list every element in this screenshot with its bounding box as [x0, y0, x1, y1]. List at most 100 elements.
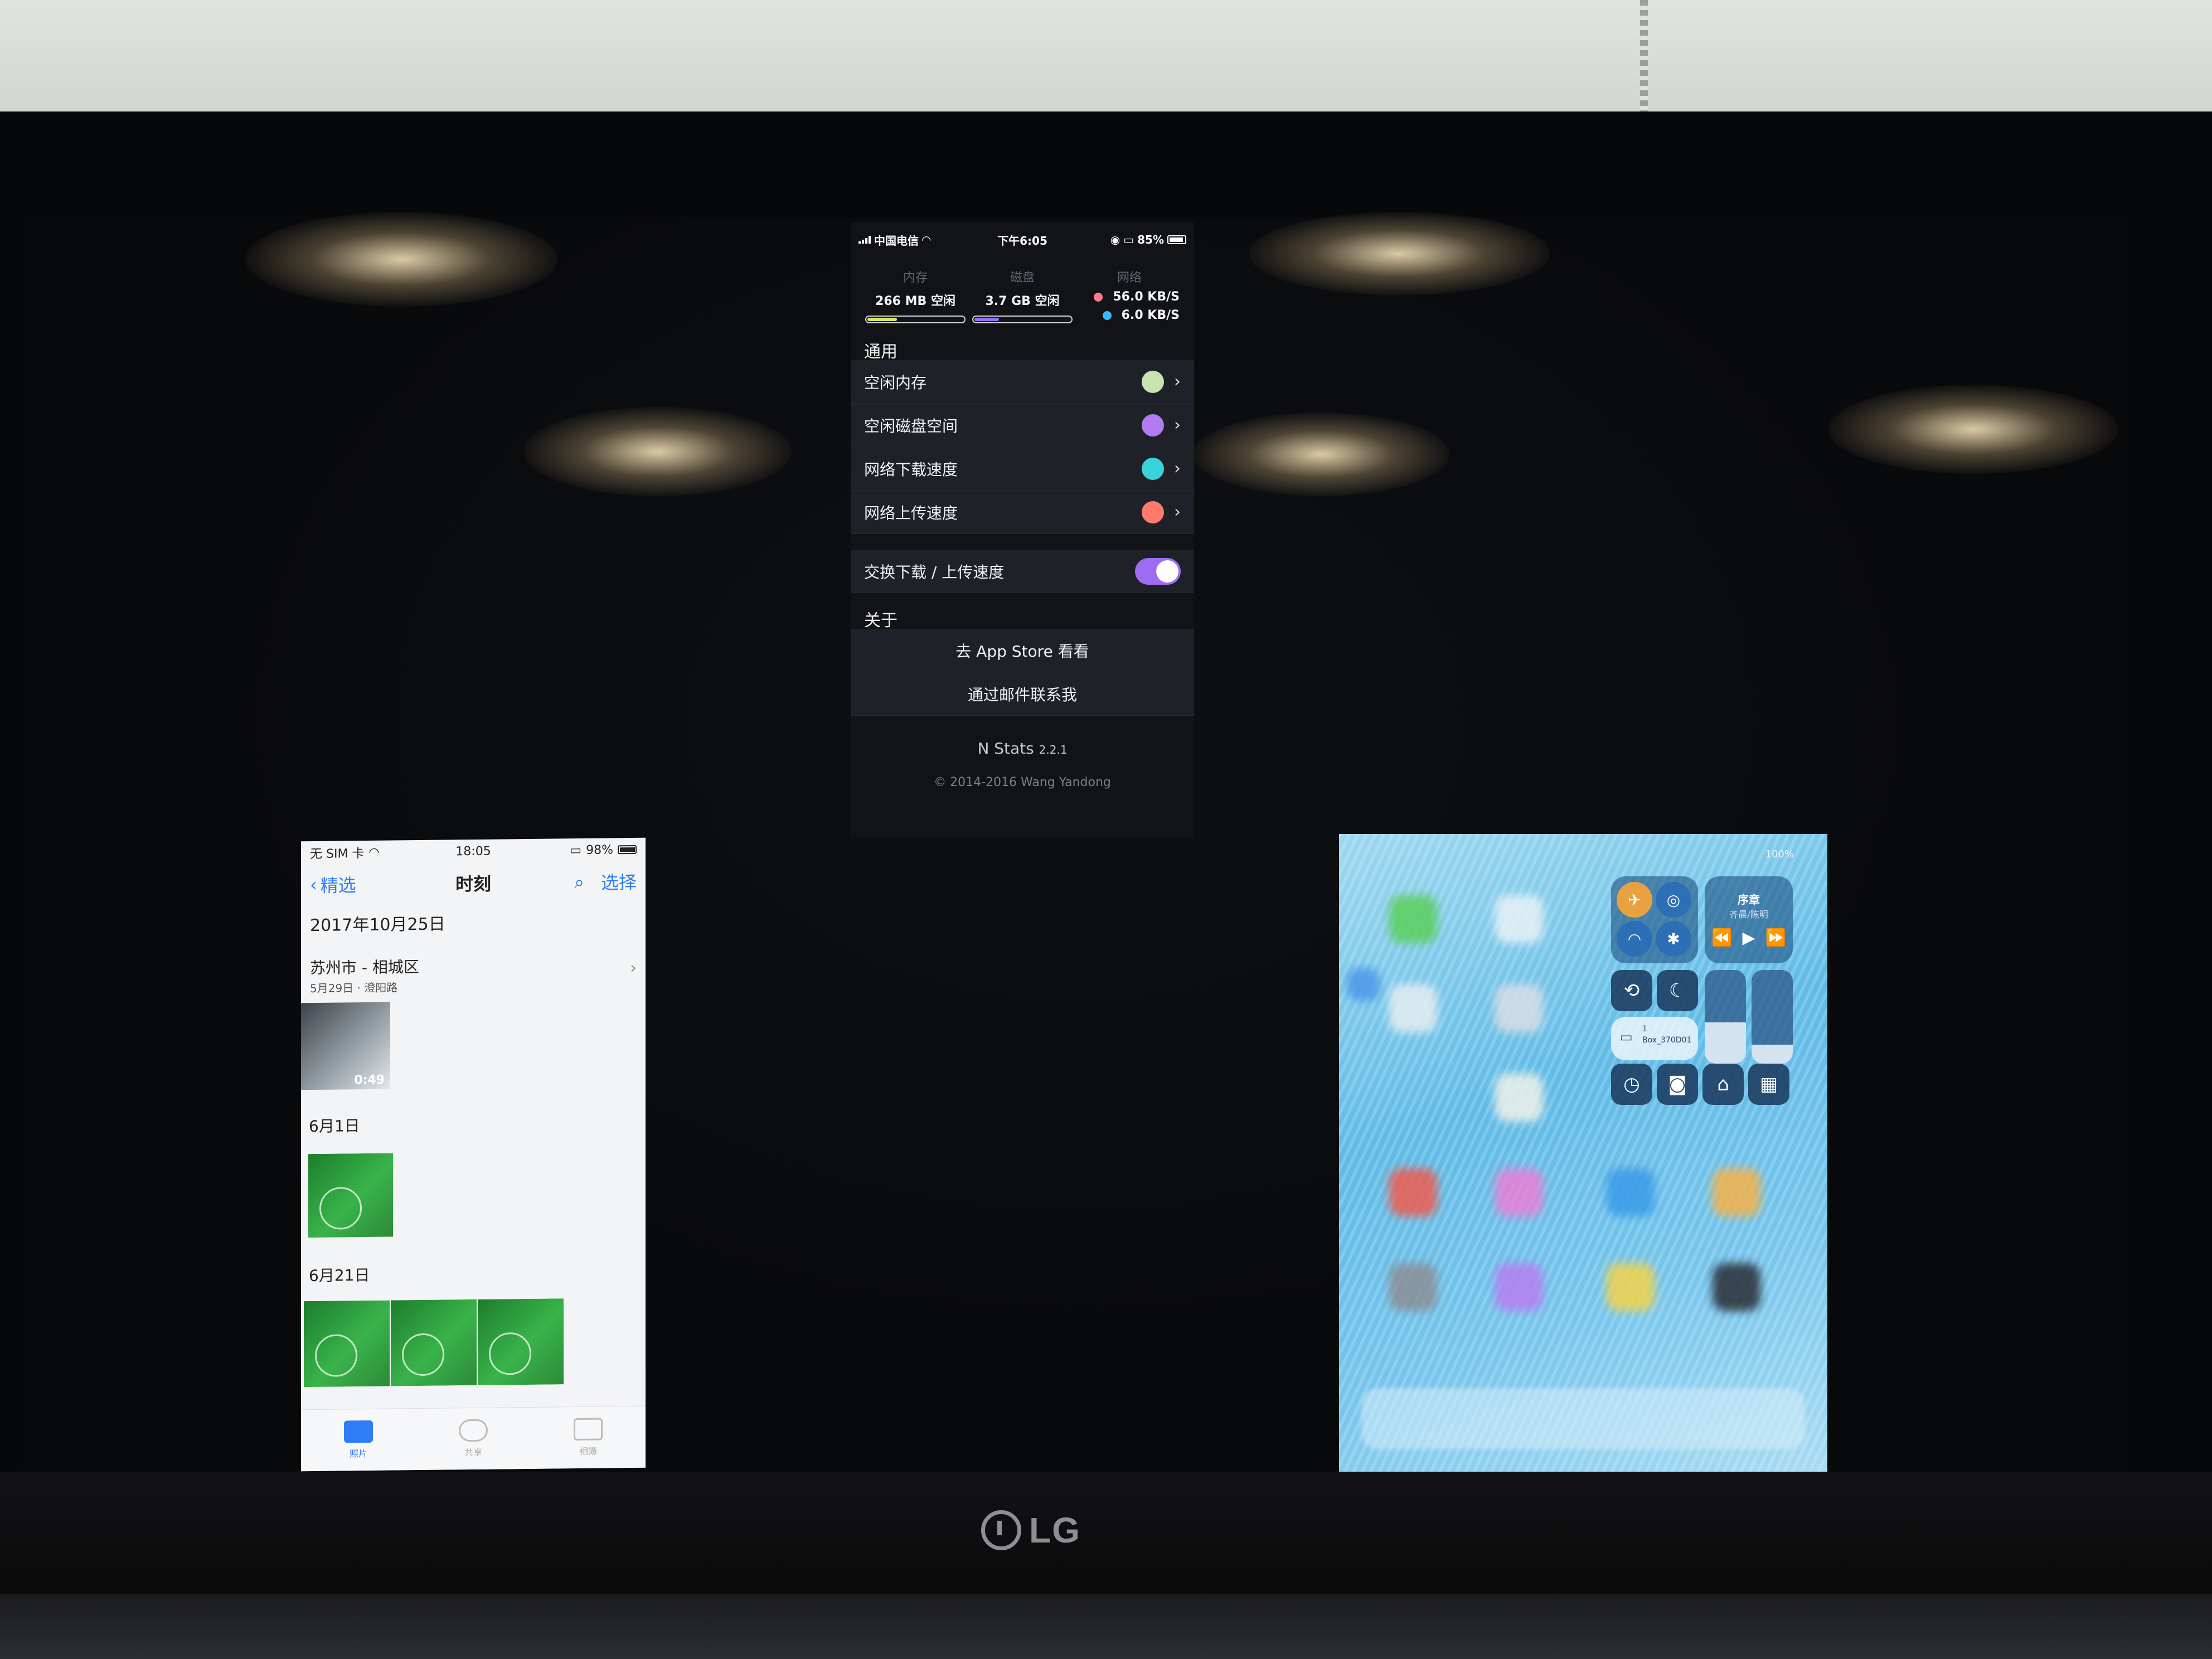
airplay-line1: 1	[1642, 1025, 1647, 1034]
app-icon[interactable]	[1495, 1168, 1543, 1216]
battery-icon	[1167, 235, 1186, 244]
connectivity-panel: ✈ ◎ ◠ ✱	[1611, 876, 1698, 963]
app-icon[interactable]	[1607, 1263, 1655, 1311]
play-icon[interactable]: ▶	[1742, 928, 1755, 948]
email-link[interactable]: 通过邮件联系我	[851, 672, 1194, 716]
app-icon[interactable]	[1495, 1263, 1543, 1311]
tab-label: 照片	[349, 1448, 367, 1459]
forward-icon[interactable]: ⏩	[1765, 928, 1786, 948]
photo-thumbnail[interactable]	[303, 1299, 390, 1388]
brand-name: LG	[1029, 1510, 1081, 1550]
photo-thumbnail[interactable]	[390, 1298, 477, 1387]
airplay-tile[interactable]: ▭ 1 Box_370D01	[1611, 1017, 1698, 1060]
bluetooth-icon[interactable]: ✱	[1656, 921, 1691, 957]
wifi-icon[interactable]: ◠	[1617, 921, 1652, 957]
copyright: © 2014-2016 Wang Yandong	[934, 775, 1111, 789]
app-icon[interactable]	[1495, 984, 1543, 1032]
select-button[interactable]: 选择	[601, 869, 637, 895]
volume-slider[interactable]	[1752, 970, 1793, 1064]
disk-value: 3.7 GB 空闲	[985, 294, 1060, 308]
app-icon[interactable]	[1607, 1168, 1655, 1216]
tab-photos[interactable]: 照片	[344, 1420, 373, 1460]
status-time: 下午6:05	[997, 234, 1047, 248]
app-icon[interactable]	[1495, 1074, 1543, 1122]
airplane-mode-icon[interactable]: ✈	[1617, 882, 1652, 918]
chevron-right-icon: ›	[1174, 415, 1181, 435]
glare	[524, 407, 792, 496]
disk-bar	[972, 316, 1073, 323]
glare	[1249, 212, 1550, 295]
dock	[1361, 1388, 1805, 1449]
music-panel: 序章 齐晨/陈明 ⏪ ▶ ⏩	[1705, 876, 1793, 963]
app-icon[interactable]	[1389, 895, 1437, 943]
group-header: 6月21日	[309, 1265, 370, 1286]
music-artist: 齐晨/陈明	[1729, 909, 1768, 920]
version-number: 2.2.1	[1039, 743, 1068, 756]
tab-shared[interactable]: 共享	[459, 1419, 488, 1459]
battery-icon	[618, 845, 637, 855]
photos-window: 无 SIM 卡 ◠ 18:05 ▭ 98% ‹ 精选 时刻 ⌕ 选择 2017年…	[301, 837, 646, 1472]
brightness-slider[interactable]	[1705, 970, 1746, 1064]
download-dot	[1094, 292, 1103, 302]
tab-albums[interactable]: 相簿	[574, 1418, 603, 1458]
search-icon[interactable]: ⌕	[574, 871, 584, 892]
rewind-icon[interactable]: ⏪	[1711, 928, 1732, 948]
setting-label: 网络上传速度	[864, 503, 958, 522]
lg-logo-icon	[981, 1510, 1021, 1550]
setting-row-free-disk[interactable]: 空闲磁盘空间 ›	[851, 404, 1194, 447]
chevron-right-icon: ›	[1174, 459, 1181, 478]
swap-toggle[interactable]	[1135, 557, 1181, 585]
airdrop-icon[interactable]: ◎	[1656, 882, 1691, 918]
stats-summary: 内存 266 MB 空闲 磁盘 3.7 GB 空闲 网络 56.0 KB/S 6…	[851, 258, 1194, 329]
setting-label: 网络下载速度	[864, 460, 958, 479]
general-header: 通用	[864, 342, 898, 362]
app-icon[interactable]	[1347, 968, 1380, 1001]
app-store-link[interactable]: 去 App Store 看看	[851, 629, 1194, 672]
app-name: N Stats	[977, 739, 1034, 758]
swap-speed-row: 交换下载 / 上传速度	[851, 550, 1194, 593]
glare	[1828, 385, 2118, 474]
photo-thumbnail[interactable]	[477, 1298, 564, 1386]
photo-thumbnail[interactable]	[308, 1152, 394, 1239]
download-speed: 56.0 KB/S	[1113, 290, 1180, 304]
upload-dot	[1102, 311, 1112, 320]
glare	[245, 212, 557, 307]
airplay-line2: Box_370D01	[1642, 1036, 1692, 1045]
chevron-right-icon: ›	[630, 958, 637, 978]
setting-label: 空闲磁盘空间	[864, 416, 958, 435]
home-icon[interactable]: ⌂	[1702, 1064, 1744, 1105]
app-icon[interactable]	[1389, 984, 1437, 1032]
disk-label: 磁盘	[1010, 271, 1035, 285]
moment-location[interactable]: 苏州市 - 相城区 5月29日 · 澄阳路 ›	[301, 939, 646, 999]
app-icon[interactable]	[1713, 1168, 1760, 1216]
video-thumbnail[interactable]: 0:49	[301, 1002, 390, 1090]
app-icon[interactable]	[1495, 895, 1543, 943]
moment-date: 2017年10月25日	[310, 914, 445, 936]
memory-stat: 内存 266 MB 空闲	[865, 268, 966, 329]
app-icon[interactable]	[1389, 1263, 1437, 1311]
color-swatch	[1142, 501, 1164, 523]
memory-bar	[865, 316, 966, 323]
lg-logo: LG	[981, 1510, 1081, 1551]
rotation-lock-icon[interactable]: ⟲	[1611, 970, 1652, 1011]
nav-bar: ‹ 精选 时刻 ⌕ 选择	[301, 861, 646, 905]
location-detail: 5月29日 · 澄阳路	[310, 981, 398, 996]
location-city: 苏州市 - 相城区	[310, 958, 419, 978]
timer-icon[interactable]: ◷	[1611, 1064, 1652, 1105]
status-time: 18:05	[455, 844, 491, 858]
setting-row-download-speed[interactable]: 网络下载速度 ›	[851, 447, 1194, 491]
setting-row-upload-speed[interactable]: 网络上传速度 ›	[851, 491, 1194, 534]
memory-label: 内存	[903, 271, 928, 285]
swap-label: 交换下载 / 上传速度	[864, 562, 1005, 581]
app-icon[interactable]	[1713, 1263, 1760, 1311]
ipad-battery: 100%	[1765, 848, 1794, 860]
memory-value: 266 MB 空闲	[875, 294, 955, 308]
qr-code-icon[interactable]: ▦	[1748, 1064, 1789, 1105]
tab-label: 共享	[464, 1447, 482, 1458]
app-icon[interactable]	[1389, 1168, 1437, 1216]
setting-row-free-memory[interactable]: 空闲内存 ›	[851, 360, 1194, 404]
status-bar: 无 SIM 卡 ◠ 18:05 ▭ 98%	[301, 838, 646, 865]
camera-icon[interactable]: ◙	[1657, 1064, 1698, 1105]
do-not-disturb-icon[interactable]: ☾	[1657, 970, 1698, 1011]
swap-list: 交换下载 / 上传速度	[851, 550, 1194, 593]
